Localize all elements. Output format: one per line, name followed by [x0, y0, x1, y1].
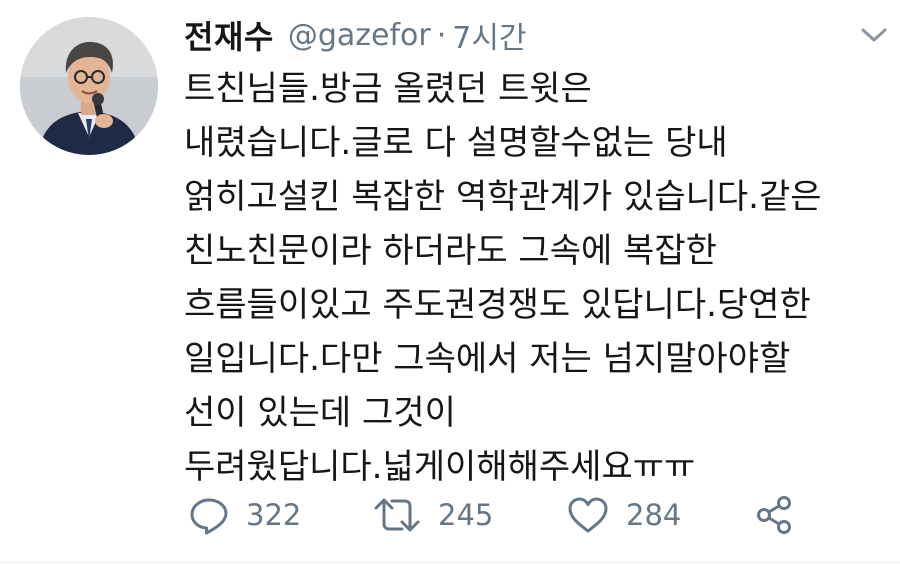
- like-count: 284: [626, 498, 682, 532]
- share-icon: [757, 496, 791, 534]
- tweet-text-line: 트친님들.방금 올렸던 트윗은: [184, 69, 592, 109]
- tweet-text: 트친님들.방금 올렸던 트윗은 내렸습니다.글로 다 설명할수없는 당내 얽히고…: [184, 62, 884, 494]
- retweet-button[interactable]: 245: [372, 490, 493, 540]
- user-handle[interactable]: @gazefor: [288, 18, 431, 53]
- reply-icon: [190, 498, 228, 535]
- tweet-text-line: 얽히고설킨 복잡한 역학관계가 있습니다.같은: [184, 177, 822, 217]
- divider: [0, 562, 900, 563]
- reply-button[interactable]: 322: [188, 490, 301, 540]
- chevron-down-icon[interactable]: [858, 24, 890, 46]
- profile-photo: [20, 17, 158, 155]
- tweet-actions: 322 245 284: [184, 490, 884, 540]
- tweet-text-line: 친노친문이라 하더라도 그속에 복잡한: [184, 231, 717, 271]
- retweet-icon: [374, 498, 420, 532]
- retweet-count: 245: [438, 498, 494, 532]
- tweet-text-line: 일입니다.다만 그속에서 저는 넘지말아야할: [184, 339, 791, 379]
- tweet-header: 전재수 @gazefor · 7시간: [184, 12, 527, 58]
- like-button[interactable]: 284: [566, 490, 681, 540]
- tweet-text-line: 두려웠답니다.넓게이해해주세요ㅠㅠ: [184, 447, 696, 487]
- display-name[interactable]: 전재수: [184, 12, 274, 58]
- heart-icon: [568, 497, 608, 533]
- separator-dot: ·: [436, 17, 447, 53]
- tweet-text-line: 내렸습니다.글로 다 설명할수없는 당내: [184, 123, 728, 163]
- avatar[interactable]: [20, 17, 158, 155]
- share-button[interactable]: [754, 490, 796, 540]
- timestamp[interactable]: 7시간: [452, 13, 526, 57]
- tweet-text-line: 흐름들이있고 주도권경쟁도 있답니다.당연한: [184, 285, 811, 325]
- tweet-card[interactable]: 전재수 @gazefor · 7시간 트친님들.방금 올렸던 트윗은 내렸습니다…: [0, 0, 900, 566]
- tweet-text-line: 선이 있는데 그것이: [184, 393, 456, 433]
- reply-count: 322: [246, 498, 302, 532]
